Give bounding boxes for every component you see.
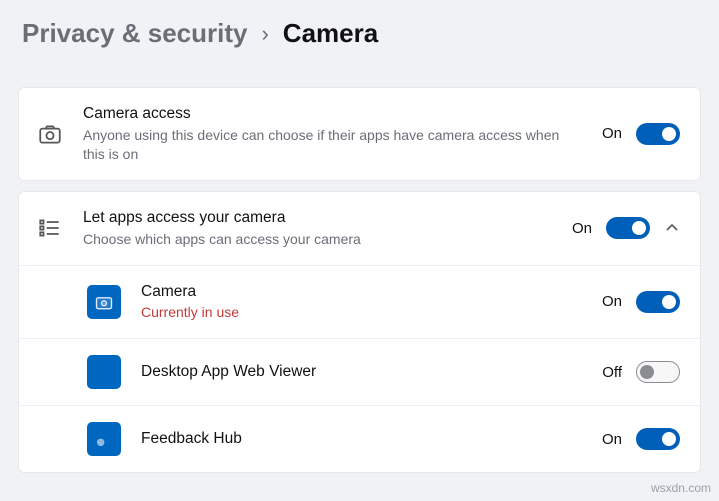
watermark: wsxdn.com bbox=[651, 481, 711, 495]
app-icon-feedback-hub bbox=[87, 422, 121, 456]
toggle-state-label: On bbox=[602, 431, 622, 448]
breadcrumb-current: Camera bbox=[283, 18, 378, 49]
app-row-camera: Camera Currently in use On bbox=[19, 265, 700, 339]
chevron-up-icon[interactable] bbox=[664, 220, 680, 236]
chevron-right-icon: › bbox=[261, 21, 268, 47]
setting-camera-access: Camera access Anyone using this device c… bbox=[18, 87, 701, 181]
app-status: Currently in use bbox=[141, 303, 582, 322]
toggle-state-label: On bbox=[572, 220, 592, 237]
toggle-app-feedback-hub[interactable] bbox=[636, 428, 680, 450]
toggle-state-label: On bbox=[602, 125, 622, 142]
setting-subtitle: Anyone using this device can choose if t… bbox=[83, 126, 584, 164]
app-icon-desktop-web-viewer bbox=[87, 355, 121, 389]
toggle-app-desktop-web-viewer[interactable] bbox=[636, 361, 680, 383]
list-icon bbox=[35, 213, 65, 243]
setting-title: Camera access bbox=[83, 104, 584, 125]
toggle-state-label: Off bbox=[602, 364, 622, 381]
app-name: Feedback Hub bbox=[141, 429, 582, 450]
setting-title: Let apps access your camera bbox=[83, 208, 554, 229]
toggle-state-label: On bbox=[602, 293, 622, 310]
breadcrumb-parent[interactable]: Privacy & security bbox=[22, 18, 247, 49]
app-row-feedback-hub: Feedback Hub On bbox=[19, 405, 700, 472]
app-name: Desktop App Web Viewer bbox=[141, 362, 582, 383]
setting-let-apps-access: Let apps access your camera Choose which… bbox=[18, 191, 701, 474]
camera-icon bbox=[35, 119, 65, 149]
toggle-camera-access[interactable] bbox=[636, 123, 680, 145]
app-icon-camera bbox=[87, 285, 121, 319]
app-row-desktop-app-web-viewer: Desktop App Web Viewer Off bbox=[19, 338, 700, 405]
app-name: Camera bbox=[141, 282, 582, 303]
setting-subtitle: Choose which apps can access your camera bbox=[83, 230, 554, 249]
breadcrumb: Privacy & security › Camera bbox=[22, 18, 701, 49]
toggle-app-camera[interactable] bbox=[636, 291, 680, 313]
toggle-let-apps-access[interactable] bbox=[606, 217, 650, 239]
